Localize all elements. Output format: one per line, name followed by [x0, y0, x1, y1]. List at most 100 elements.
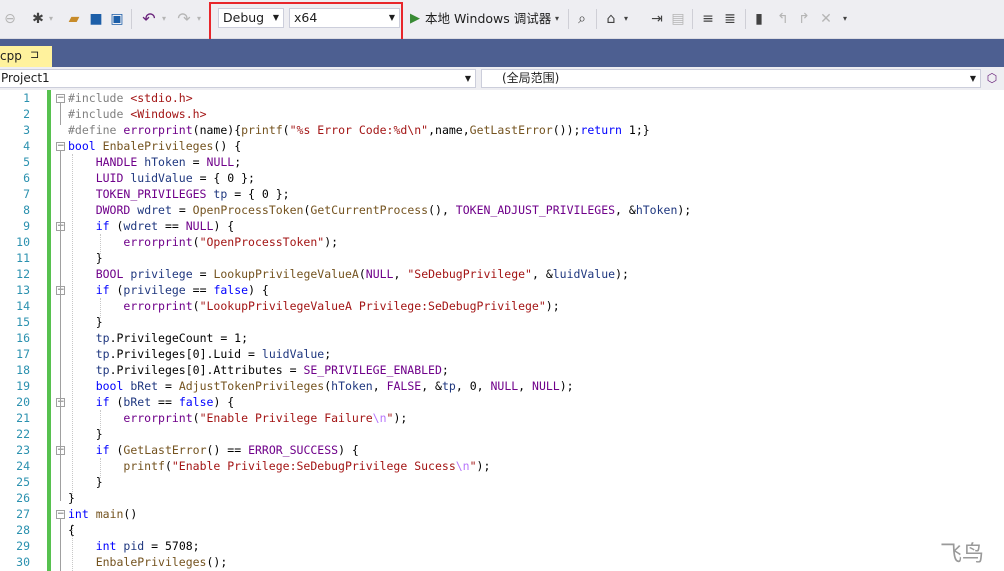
code-line: 4 bool EnbalePrivileges() { — [0, 138, 1004, 154]
code-line: 3 #define errorprint(name){printf("%s Err… — [0, 122, 1004, 138]
code-text: if (wdret == NULL) { — [95, 219, 235, 233]
code-text: errorprint("Enable Privilege Failure\n")… — [123, 411, 408, 425]
code-text: errorprint("LookupPrivilegeValueA Privil… — [123, 299, 560, 313]
tab-label: cpp — [0, 49, 22, 63]
code-text: printf("Enable Privilege:SeDebugPrivileg… — [123, 459, 491, 473]
redo-icon[interactable]: ↷ — [175, 10, 193, 28]
line-number: 10 — [16, 235, 30, 249]
code-text: HANDLE hToken = NULL; — [95, 155, 242, 169]
line-number: 23 — [16, 443, 30, 457]
navigation-bar: Project1 ▼ (全局范围) ▼ ⬡ — [0, 67, 1004, 91]
home-icon[interactable]: ⌂ — [603, 10, 619, 28]
code-text: tp.Privileges[0].Attributes = SE_PRIVILE… — [95, 363, 449, 377]
code-line: 27 int main() — [0, 506, 1004, 522]
prev-bookmark-icon[interactable]: ↰ — [776, 10, 790, 28]
code-text: #include <stdio.h> — [68, 91, 193, 105]
code-line: 24 printf("Enable Privilege:SeDebugPrivi… — [0, 458, 1004, 474]
line-number: 22 — [16, 427, 30, 441]
code-text: errorprint("OpenProcessToken"); — [123, 235, 339, 249]
save-icon[interactable]: ■ — [88, 10, 104, 28]
chevron-down-icon[interactable]: ▾ — [553, 10, 561, 28]
code-line: 16 tp.PrivilegeCount = 1; — [0, 330, 1004, 346]
start-debugger-button[interactable]: 本地 Windows 调试器 — [425, 10, 553, 28]
line-number: 11 — [16, 251, 30, 265]
uncomment-icon[interactable]: ≣ — [722, 10, 738, 28]
line-number: 2 — [23, 107, 30, 121]
code-line: 12 BOOL privilege = LookupPrivilegeValue… — [0, 266, 1004, 282]
code-line: 9 if (wdret == NULL) { — [0, 218, 1004, 234]
code-line: 10 errorprint("OpenProcessToken"); — [0, 234, 1004, 250]
line-number: 15 — [16, 315, 30, 329]
line-number: 27 — [16, 507, 30, 521]
code-text: int main() — [68, 507, 138, 521]
bookmark-icon[interactable]: ▮ — [752, 10, 766, 28]
comment-icon[interactable]: ≡ — [700, 10, 716, 28]
line-number: 20 — [16, 395, 30, 409]
line-number: 1 — [23, 91, 30, 105]
line-number: 26 — [16, 491, 30, 505]
code-text: bool EnbalePrivileges() { — [68, 139, 242, 153]
code-text: } — [68, 315, 103, 329]
next-bookmark-icon[interactable]: ↱ — [797, 10, 811, 28]
code-text: if (bRet == false) { — [95, 395, 235, 409]
line-number: 21 — [16, 411, 30, 425]
member-icon[interactable]: ⬡ — [985, 69, 999, 87]
code-line: 19 bool bRet = AdjustTokenPrivileges(hTo… — [0, 378, 1004, 394]
code-text: LUID luidValue = { 0 }; — [95, 171, 255, 185]
code-line: 11 } — [0, 250, 1004, 266]
line-number: 16 — [16, 331, 30, 345]
chevron-down-icon[interactable]: ▾ — [47, 10, 55, 28]
code-line: 23 if (GetLastError() == ERROR_SUCCESS) … — [0, 442, 1004, 458]
code-text: BOOL privilege = LookupPrivilegeValueA(N… — [95, 267, 629, 281]
code-text: tp.PrivilegeCount = 1; — [95, 331, 249, 345]
code-text: } — [68, 475, 103, 489]
chevron-down-icon[interactable]: ▾ — [622, 10, 630, 28]
code-text: if (GetLastError() == ERROR_SUCCESS) { — [95, 443, 359, 457]
play-icon[interactable]: ▶ — [408, 10, 422, 28]
code-line: 15 } — [0, 314, 1004, 330]
line-number: 8 — [23, 203, 30, 217]
pin-icon[interactable]: ⊐ — [30, 48, 39, 61]
line-number: 6 — [23, 171, 30, 185]
line-number: 12 — [16, 267, 30, 281]
watermark: 飞鸟 — [940, 542, 985, 567]
line-number: 9 — [23, 219, 30, 233]
back-icon[interactable]: ⊖ — [3, 10, 17, 28]
code-text: DWORD wdret = OpenProcessToken(GetCurren… — [95, 203, 692, 217]
overflow-icon[interactable]: ▾ — [840, 10, 850, 28]
scope-select[interactable]: (全局范围) ▼ — [481, 69, 981, 88]
project-select[interactable]: Project1 ▼ — [0, 69, 476, 88]
code-text: { — [68, 523, 75, 537]
find-icon[interactable]: ⌕ — [574, 10, 590, 28]
save-all-icon[interactable]: ▣ — [109, 10, 125, 28]
code-text: tp.Privileges[0].Luid = luidValue; — [95, 347, 332, 361]
redo-dropdown-icon[interactable]: ▾ — [195, 10, 203, 28]
open-folder-icon[interactable]: ▰ — [66, 10, 82, 28]
code-line: 17 tp.Privileges[0].Luid = luidValue; — [0, 346, 1004, 362]
code-text: } — [68, 491, 75, 505]
clear-bookmark-icon[interactable]: ✕ — [819, 10, 833, 28]
code-line: 25 } — [0, 474, 1004, 490]
tab-source-file[interactable]: cpp ⊐ — [0, 46, 52, 67]
undo-icon[interactable]: ↶ — [140, 10, 158, 28]
line-number: 7 — [23, 187, 30, 201]
step-icon[interactable]: ⇥ — [649, 10, 665, 28]
code-line: 18 tp.Privileges[0].Attributes = SE_PRIV… — [0, 362, 1004, 378]
scope-value: (全局范围) — [502, 71, 560, 85]
code-text: TOKEN_PRIVILEGES tp = { 0 }; — [95, 187, 290, 201]
code-text: bool bRet = AdjustTokenPrivileges(hToken… — [95, 379, 574, 393]
new-project-icon[interactable]: ✱ — [30, 10, 46, 28]
code-line: 1 #include <stdio.h> — [0, 90, 1004, 106]
code-line: 2 #include <Windows.h> — [0, 106, 1004, 122]
highlight-box — [209, 2, 403, 42]
chevron-down-icon: ▼ — [464, 74, 471, 83]
document-tab-strip: cpp ⊐ — [0, 39, 1004, 67]
code-text: int pid = 5708; — [95, 539, 200, 553]
code-line: 28 { — [0, 522, 1004, 538]
undo-dropdown-icon[interactable]: ▾ — [160, 10, 168, 28]
list-icon[interactable]: ▤ — [670, 10, 686, 28]
code-line: 5 HANDLE hToken = NULL; — [0, 154, 1004, 170]
code-text: } — [68, 427, 103, 441]
code-text: EnbalePrivileges(); — [95, 555, 228, 569]
line-number: 14 — [16, 299, 30, 313]
